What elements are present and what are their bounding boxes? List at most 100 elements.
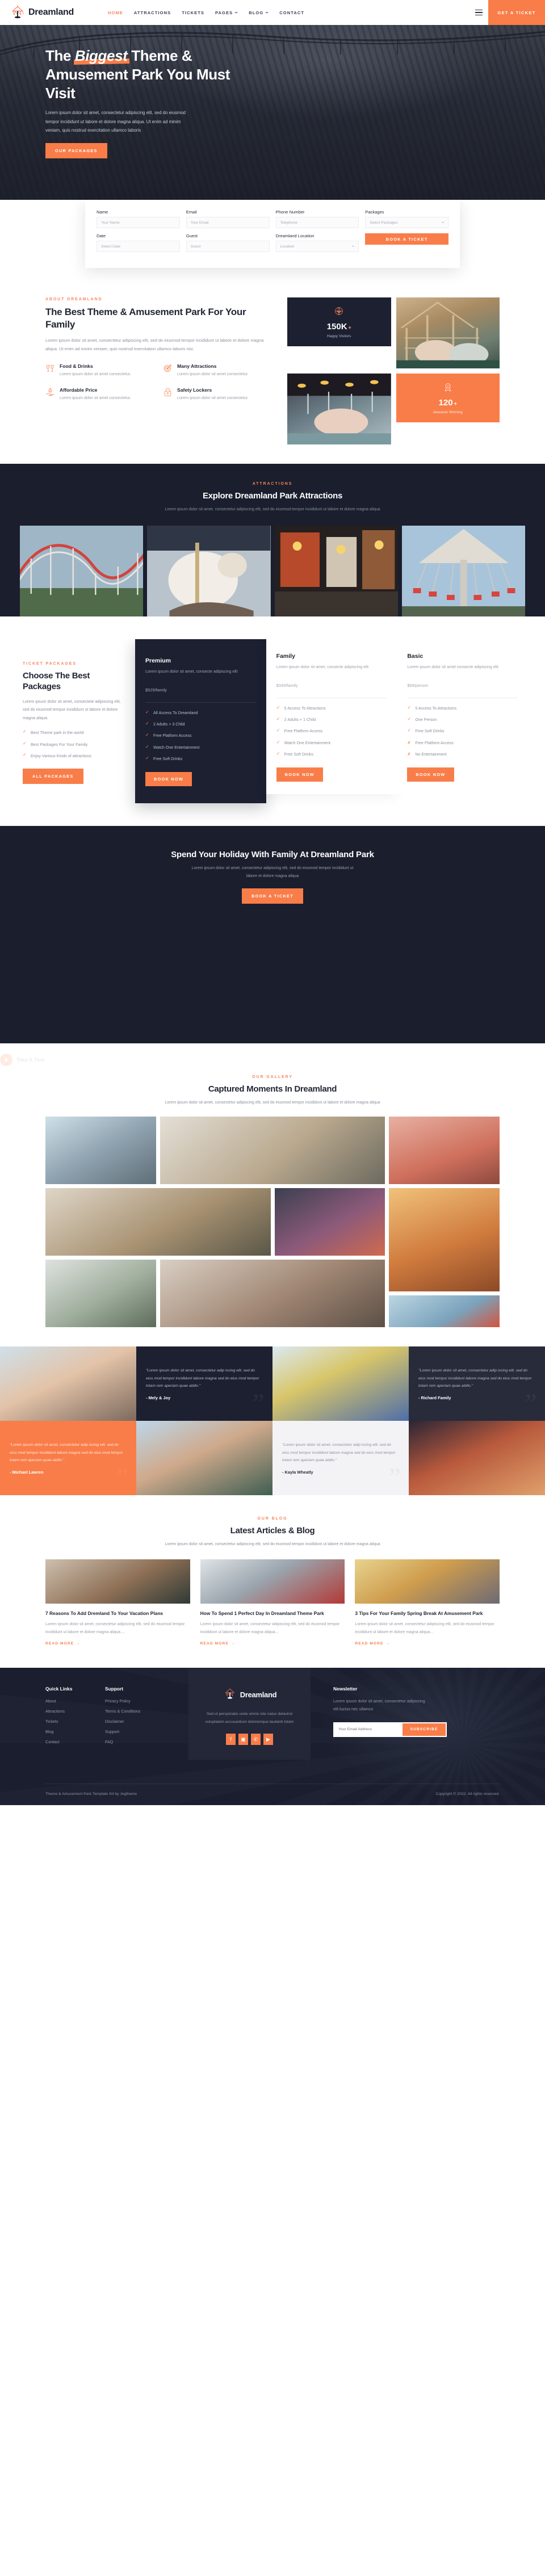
cta-section: Spend Your Holiday With Family At Dreaml… (0, 826, 545, 930)
all-packages-button[interactable]: ALL PACKAGES (23, 768, 83, 784)
take-a-tour-button[interactable]: Take A Tour (0, 1054, 45, 1067)
check-icon: ✓ (23, 752, 27, 758)
attractions-eyebrow: ATTRACTIONS (252, 482, 293, 486)
divider (145, 702, 256, 703)
nav-item-attractions[interactable]: ATTRACTIONS (134, 10, 171, 15)
location-select[interactable]: Location (275, 241, 359, 252)
blog-title: Latest Articles & Blog (230, 1526, 315, 1536)
gallery-photo-ferris-wheel[interactable] (45, 1117, 156, 1185)
read-more-link-1[interactable]: READ MORE → (45, 1642, 81, 1646)
list-item: ✓ Free Platform Access (276, 728, 387, 735)
arrow-right-icon: → (76, 1641, 81, 1646)
blog-post-title: 3 Tips For Your Family Spring Break At A… (355, 1610, 483, 1616)
date-input[interactable]: Select Date (97, 241, 180, 252)
name-input[interactable]: Your Name (97, 217, 180, 228)
gallery-photo-market[interactable] (45, 1260, 156, 1328)
youtube-icon[interactable]: ▶ (263, 1734, 273, 1746)
footer-support: Support Privacy Policy Terms & Condition… (105, 1686, 165, 1750)
packages-bullets: ✓ Best Theme park in the world ✓ Best Pack… (23, 729, 123, 760)
gallery-photo-couple-food[interactable] (45, 1188, 271, 1256)
packages-select-value: Select Packages (370, 220, 398, 225)
book-now-button-basic[interactable]: BOOK NOW (407, 767, 454, 782)
attraction-card-carousel-horse[interactable] (147, 525, 271, 616)
blog-post-2[interactable]: How To Spend 1 Perfect Day In Dreamland … (200, 1559, 345, 1647)
field-label: Dreamland Location (275, 233, 315, 238)
chevron-down-icon (265, 11, 269, 14)
instagram-icon[interactable]: ▣ (238, 1734, 248, 1746)
nav-item-pages[interactable]: PAGES (215, 10, 238, 15)
newsletter-email-input[interactable] (338, 1727, 403, 1732)
our-packages-button[interactable]: OUR PACKAGES (45, 143, 107, 159)
blog-post-1[interactable]: 7 Reasons To Add Dremland To Your Vacati… (45, 1559, 190, 1647)
phone-input[interactable]: Telephone (275, 217, 359, 228)
footer-link-blog[interactable]: Blog (45, 1729, 105, 1734)
blog-post-3[interactable]: 3 Tips For Your Family Spring Break At A… (355, 1559, 500, 1647)
nav-label: PAGES (215, 10, 233, 15)
footer-link-contact[interactable]: Contact (45, 1739, 105, 1744)
footer-link-faq[interactable]: FAQ (105, 1739, 165, 1744)
footer-link-disclaimer[interactable]: Disclaimer (105, 1719, 165, 1724)
feature-food-drinks: Food & Drinks Lorem ipsum dolor sit amet … (45, 363, 155, 377)
nav-item-contact[interactable]: CONTACT (279, 10, 304, 15)
field-label: Email (186, 209, 197, 215)
footer-link-tickets[interactable]: Tickets (45, 1719, 105, 1724)
nav-item-blog[interactable]: BLOG (249, 10, 269, 15)
about-media: 150K + Happy Visitors 120 + Awwards Winn… (287, 297, 500, 444)
attraction-card-arcade[interactable] (274, 525, 398, 616)
email-input[interactable]: Your Email (186, 217, 270, 228)
field-guest: Guest Guest (186, 233, 270, 252)
gallery-photo-balloon-girl[interactable] (389, 1117, 500, 1185)
package-card-family: Family Lorem ipsum dolor sit amet, conse… (266, 639, 397, 795)
footer-link-about[interactable]: About (45, 1698, 105, 1704)
book-a-ticket-button[interactable]: BOOK A TICKET (365, 233, 448, 245)
get-a-ticket-button[interactable]: GET A TICKET (488, 0, 545, 25)
packages-select[interactable]: Select Packages (365, 217, 448, 228)
attraction-card-roller-coaster[interactable] (20, 525, 144, 616)
hamburger-icon[interactable] (469, 9, 488, 16)
brand[interactable]: Dreamland (0, 5, 108, 20)
chevron-down-icon (234, 11, 238, 14)
testimonial-quote: "Lorem ipsum dolor sit amet, consectetur… (418, 1369, 532, 1388)
footer-link-terms[interactable]: Terms & Conditions (105, 1709, 165, 1714)
price-unit: /person (414, 682, 429, 688)
read-more-link-2[interactable]: READ MORE → (200, 1642, 236, 1646)
nav-item-tickets[interactable]: TICKETS (182, 10, 204, 15)
testimonials-section: ” "Lorem ipsum dolor sit amet, consectet… (0, 1346, 545, 1496)
testimonial-photo-popcorn-friends (409, 1421, 545, 1496)
gallery-photo-night-ride[interactable] (274, 1188, 385, 1256)
gallery-photo-tiger-carousel[interactable] (389, 1188, 500, 1292)
gallery-header: OUR GALLERY Captured Moments In Dreamlan… (114, 1043, 431, 1106)
nav-item-home[interactable]: HOME (108, 10, 123, 15)
blog-post-excerpt: Lorem ipsum dolor sit amet, consectetur … (45, 1622, 185, 1635)
field-label: Phone Number (275, 209, 305, 215)
footer-link-support[interactable]: Support (105, 1729, 165, 1734)
list-item: ✓ One Person (407, 716, 518, 723)
field-submit: BOOK A TICKET (365, 233, 448, 252)
footer-link-attractions[interactable]: Attractions (45, 1709, 105, 1714)
check-icon: ✓ (23, 729, 27, 735)
testimonial-mely-joy: ” "Lorem ipsum dolor sit amet, consectet… (136, 1346, 272, 1421)
nav-label: BLOG (249, 10, 264, 15)
list-item: ✓ Enjoy Various Kinds of attractions (23, 752, 123, 760)
page: Dreamland HOME ATTRACTIONS TICKETS PAGES… (0, 0, 545, 1806)
gallery-paragraph: Lorem ipsum dolor sit amet, consectetur … (165, 1100, 380, 1105)
gallery-photo-carnival-detail[interactable] (389, 1295, 500, 1328)
footer-newsletter: Newsletter Lorem ipsum dolor sit amet, c… (333, 1686, 500, 1737)
book-now-button-premium[interactable]: BOOK NOW (145, 772, 192, 787)
cta-book-a-ticket-button[interactable]: BOOK A TICKET (242, 888, 303, 904)
guest-input[interactable]: Guest (186, 241, 270, 252)
list-item: ✓ Best Packages For Your Family (23, 741, 123, 748)
gallery-photo-family-picnic[interactable] (160, 1117, 385, 1185)
hero-title: The Biggest Theme & Amusement Park You M… (45, 47, 233, 102)
attraction-card-swing-ride[interactable] (401, 525, 525, 616)
footer-link-privacy[interactable]: Privacy Policy (105, 1698, 165, 1704)
field-phone: Phone Number Telephone (275, 209, 359, 228)
facebook-icon[interactable]: f (226, 1734, 236, 1746)
blog-thumbnail (355, 1559, 500, 1604)
read-more-link-3[interactable]: READ MORE → (355, 1642, 390, 1646)
book-now-button-family[interactable]: BOOK NOW (276, 767, 323, 782)
check-icon: ✓ (145, 720, 149, 726)
gallery-photo-bicycle[interactable] (160, 1260, 385, 1328)
whatsapp-icon[interactable]: ✆ (251, 1734, 261, 1746)
subscribe-button[interactable]: SUBSCRIBE (403, 1723, 446, 1736)
